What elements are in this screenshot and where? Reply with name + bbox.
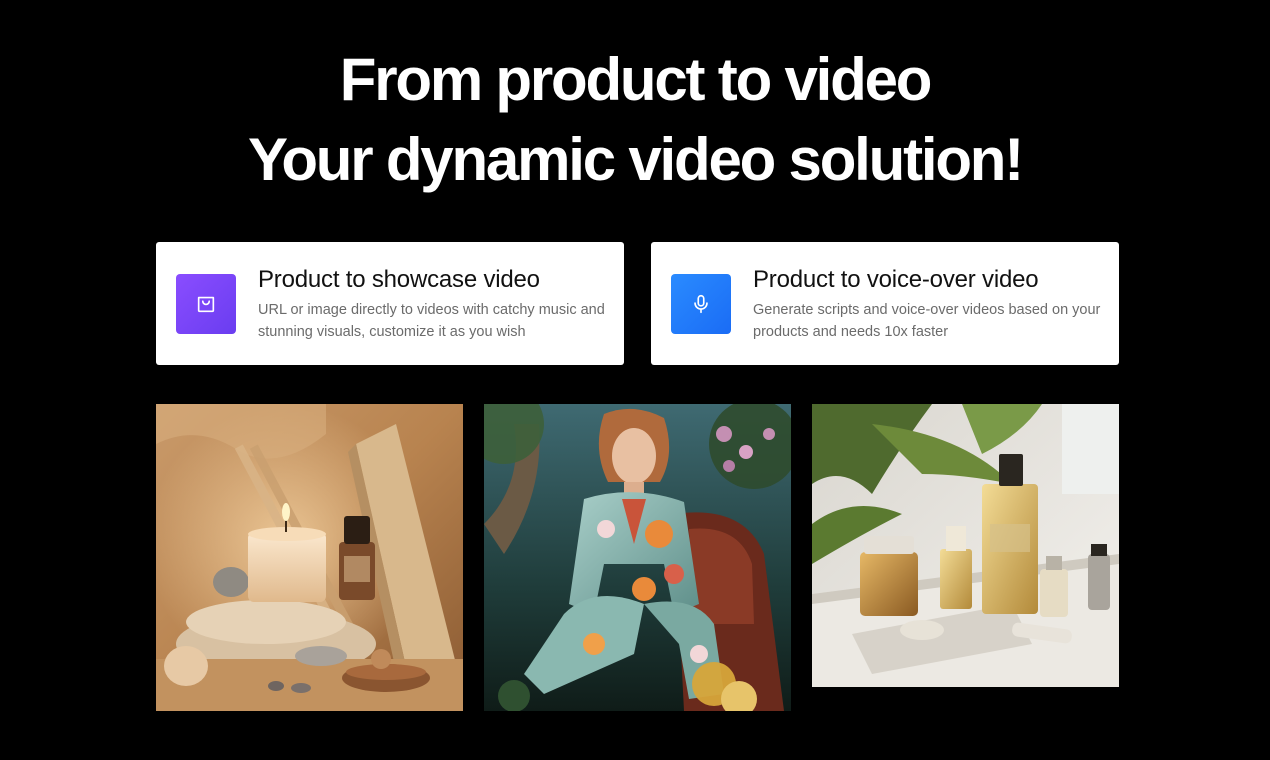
headline-line-1: From product to video	[339, 46, 933, 113]
card-title: Product to voice-over video	[753, 266, 1039, 293]
showcase-video-card[interactable]: Product to showcase video URL or image d…	[156, 242, 624, 365]
feature-cards: Product to showcase video URL or image d…	[156, 242, 1119, 365]
microphone-icon	[671, 274, 731, 334]
voice-over-video-card[interactable]: Product to voice-over video Generate scr…	[651, 242, 1119, 365]
candle-still-life-image	[156, 404, 463, 711]
example-gallery	[156, 404, 1119, 711]
shopping-bag-icon	[176, 274, 236, 334]
page: From product to video Your dynamic video…	[0, 0, 1270, 760]
floral-suit-model-image	[484, 404, 791, 711]
card-description: URL or image directly to videos with cat…	[258, 302, 605, 340]
headline-line-2: Your dynamic video solution!	[247, 126, 1024, 193]
card-title: Product to showcase video	[258, 266, 540, 293]
card-description: Generate scripts and voice-over videos b…	[753, 302, 1101, 340]
hero-headline: From product to video Your dynamic video…	[0, 40, 1270, 200]
perfume-bottles-image	[812, 404, 1119, 687]
